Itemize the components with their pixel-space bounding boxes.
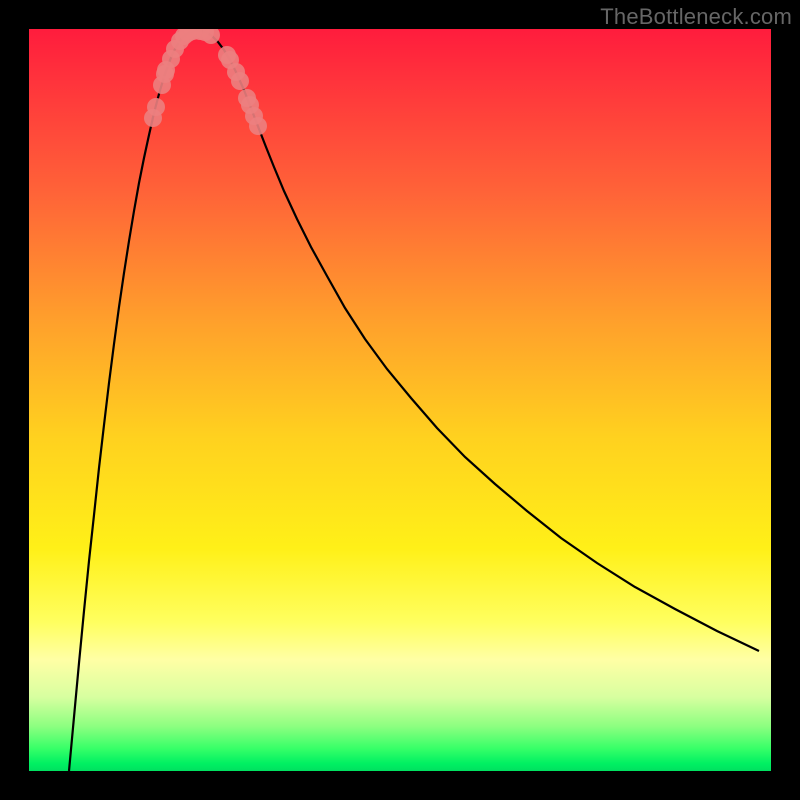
bead-markers [144, 29, 267, 135]
plot-area [29, 29, 771, 771]
bead-marker [249, 117, 267, 135]
curve-layer [29, 29, 771, 771]
watermark-text: TheBottleneck.com [600, 4, 792, 30]
bead-marker [231, 72, 249, 90]
bead-marker [147, 98, 165, 116]
bottleneck-curve [69, 30, 759, 771]
chart-frame: TheBottleneck.com [0, 0, 800, 800]
